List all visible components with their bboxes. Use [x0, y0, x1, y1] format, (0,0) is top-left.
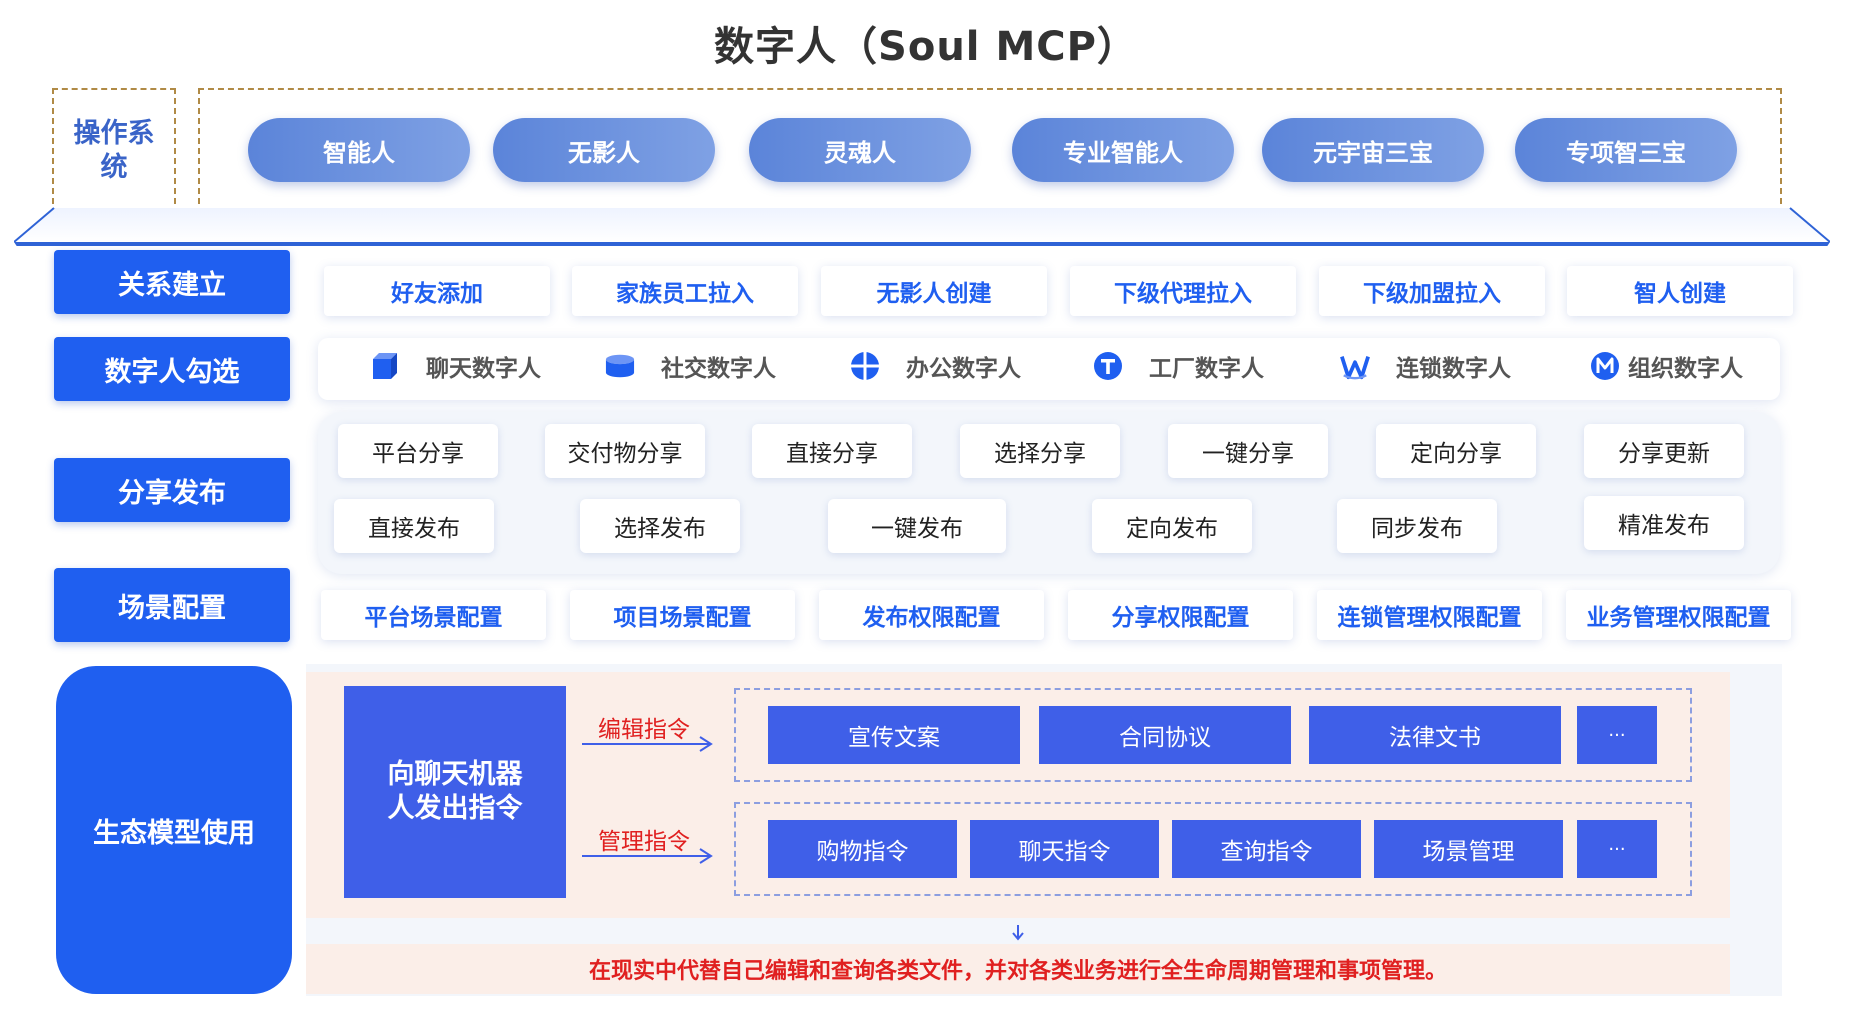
select-item-label: 社交数字人 [661, 356, 776, 382]
share-item[interactable]: 一键分享 [1168, 424, 1328, 478]
scene-item[interactable]: 分享权限配置 [1068, 590, 1293, 640]
share-item[interactable]: 交付物分享 [545, 424, 705, 478]
scene-item[interactable]: 发布权限配置 [819, 590, 1044, 640]
select-item-social[interactable]: 社交数字人 [605, 346, 776, 386]
manage-command-more[interactable]: ··· [1577, 820, 1657, 878]
share-item[interactable]: 直接分享 [752, 424, 912, 478]
cube-icon [370, 351, 400, 381]
page-title: 数字人（Soul MCP） [714, 24, 1138, 70]
share-item[interactable]: 分享更新 [1584, 424, 1744, 478]
select-label: 数字人勾选 [54, 337, 290, 401]
share-label: 分享发布 [54, 458, 290, 522]
select-item-org[interactable]: 组织数字人 [1590, 346, 1743, 386]
manage-command-item[interactable]: 聊天指令 [970, 820, 1159, 878]
relation-item[interactable]: 下级加盟拉入 [1319, 266, 1545, 316]
manage-command-item[interactable]: 购物指令 [768, 820, 957, 878]
scene-item[interactable]: 业务管理权限配置 [1566, 590, 1791, 640]
select-item-office[interactable]: 办公数字人 [850, 346, 1021, 386]
manage-command-item[interactable]: 场景管理 [1374, 820, 1563, 878]
edit-arrow-icon [582, 736, 713, 752]
publish-item[interactable]: 直接发布 [334, 499, 494, 553]
crosshair-icon [850, 351, 880, 381]
os-pill[interactable]: 专项智三宝 [1515, 118, 1737, 182]
database-icon [605, 351, 635, 381]
scene-item[interactable]: 连锁管理权限配置 [1317, 590, 1542, 640]
share-item[interactable]: 选择分享 [960, 424, 1120, 478]
share-item[interactable]: 定向分享 [1376, 424, 1536, 478]
scene-item[interactable]: 平台场景配置 [321, 590, 546, 640]
edit-command-item[interactable]: 宣传文案 [768, 706, 1020, 764]
scene-label: 场景配置 [54, 568, 290, 642]
t-circle-icon [1093, 351, 1123, 381]
select-item-label: 办公数字人 [906, 356, 1021, 382]
summary-text: 在现实中代替自己编辑和查询各类文件，并对各类业务进行全生命周期管理和事项管理。 [306, 944, 1730, 994]
edit-command-item[interactable]: 合同协议 [1039, 706, 1291, 764]
manage-command-item[interactable]: 查询指令 [1172, 820, 1361, 878]
os-pill[interactable]: 无影人 [493, 118, 715, 182]
os-pill[interactable]: 元宇宙三宝 [1262, 118, 1484, 182]
select-item-label: 组织数字人 [1628, 356, 1743, 382]
manage-arrow-icon [582, 848, 713, 864]
scene-item[interactable]: 项目场景配置 [570, 590, 795, 640]
down-arrow-icon [1012, 925, 1024, 941]
publish-item[interactable]: 一键发布 [828, 499, 1006, 553]
publish-item[interactable]: 精准发布 [1584, 496, 1744, 550]
publish-item[interactable]: 定向发布 [1092, 499, 1252, 553]
edit-command-item[interactable]: 法律文书 [1309, 706, 1561, 764]
select-item-factory[interactable]: 工厂数字人 [1093, 346, 1264, 386]
robot-command-box[interactable]: 向聊天机器人发出指令 [344, 686, 566, 898]
select-item-label: 连锁数字人 [1396, 356, 1511, 382]
publish-item[interactable]: 同步发布 [1337, 499, 1497, 553]
w-logo-icon [1340, 351, 1370, 381]
eco-label: 生态模型使用 [56, 666, 292, 994]
publish-item[interactable]: 选择发布 [580, 499, 740, 553]
edit-command-more[interactable]: ··· [1577, 706, 1657, 764]
relation-item[interactable]: 家族员工拉入 [572, 266, 798, 316]
os-pill[interactable]: 专业智能人 [1012, 118, 1234, 182]
relation-item[interactable]: 下级代理拉入 [1070, 266, 1296, 316]
platform-shelf [14, 207, 1830, 246]
select-item-label: 聊天数字人 [426, 356, 541, 382]
select-item-chain[interactable]: 连锁数字人 [1340, 346, 1511, 386]
relation-item[interactable]: 无影人创建 [821, 266, 1047, 316]
os-pill[interactable]: 智能人 [248, 118, 470, 182]
relation-label: 关系建立 [54, 250, 290, 314]
relation-item[interactable]: 好友添加 [324, 266, 550, 316]
os-label: 操作系统 [52, 88, 176, 214]
os-pill[interactable]: 灵魂人 [749, 118, 971, 182]
m-circle-icon [1590, 351, 1620, 381]
select-item-chat[interactable]: 聊天数字人 [370, 346, 541, 386]
select-item-label: 工厂数字人 [1149, 356, 1264, 382]
share-item[interactable]: 平台分享 [338, 424, 498, 478]
relation-item[interactable]: 智人创建 [1567, 266, 1793, 316]
